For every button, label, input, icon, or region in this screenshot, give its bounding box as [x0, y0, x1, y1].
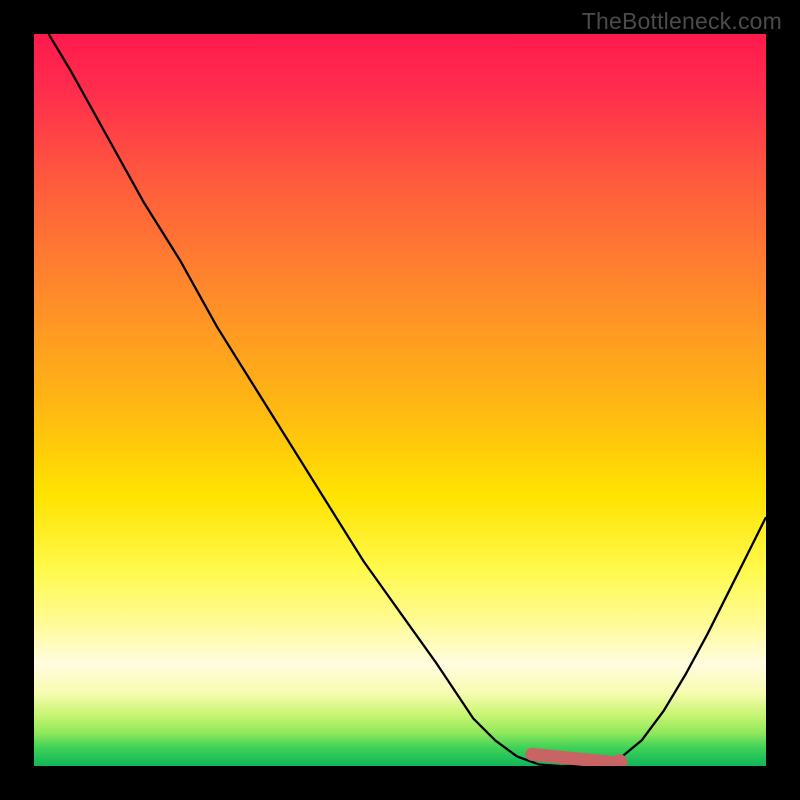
plot-area: [34, 34, 766, 766]
curve-layer: [34, 34, 766, 766]
watermark-text: TheBottleneck.com: [582, 8, 782, 35]
bottleneck-curve: [49, 34, 766, 766]
chart-frame: TheBottleneck.com: [0, 0, 800, 800]
